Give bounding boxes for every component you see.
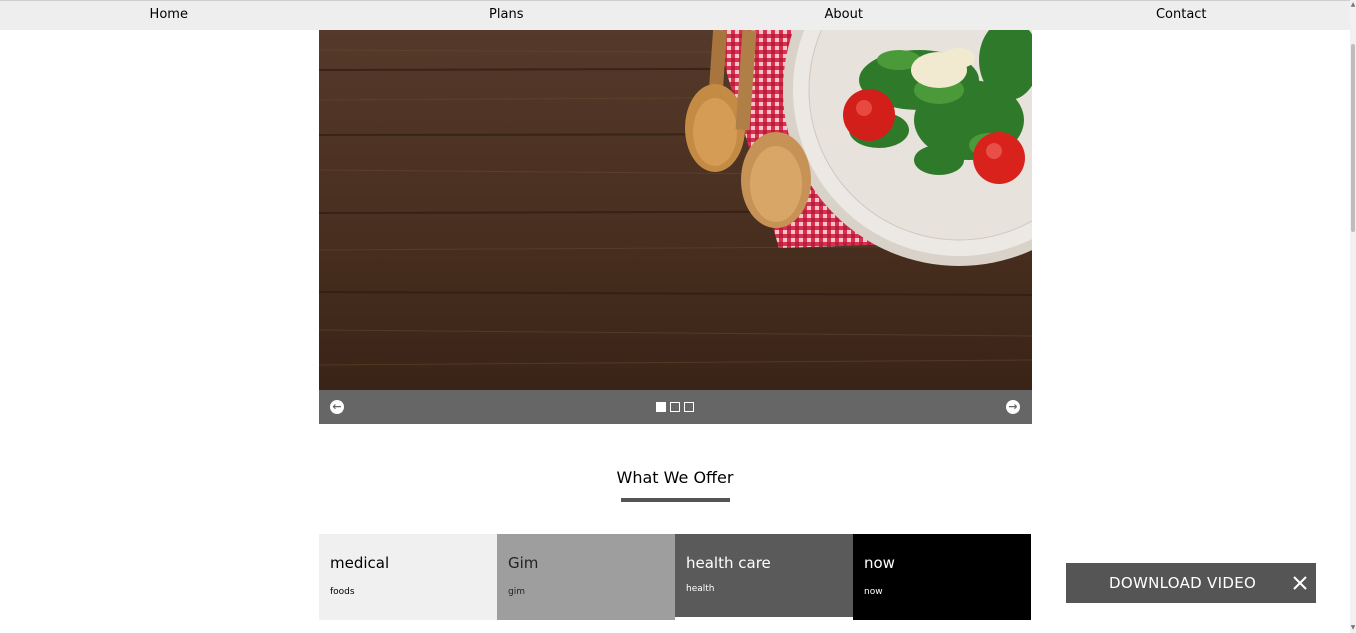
offer-card-health-care[interactable]: health care health [675,534,853,617]
section-title-underline [621,498,730,502]
nav-plans[interactable]: Plans [338,1,676,30]
close-icon[interactable] [1292,575,1308,591]
card-subtitle: foods [330,587,355,597]
card-title: Gim [508,554,539,572]
nav-contact[interactable]: Contact [1013,1,1351,30]
section-title: What We Offer [616,468,734,487]
scroll-up-icon[interactable]: ▲ [1350,2,1356,8]
card-subtitle: gim [508,587,525,597]
arrow-left-circle-icon[interactable]: ← [330,400,344,414]
nav-about[interactable]: About [675,1,1013,30]
card-subtitle: now [864,587,883,597]
slide-indicator-1[interactable] [656,402,666,412]
page-scrollbar[interactable]: ▲ ▼ [1350,0,1356,633]
arrow-right-circle-icon[interactable]: → [1006,400,1020,414]
download-video-button[interactable]: DOWNLOAD VIDEO [1109,563,1256,603]
slide-image [319,30,1032,390]
slider-controls-bar: ← → [319,390,1032,424]
slide-indicator-2[interactable] [670,402,680,412]
top-navigation: Home Plans About Contact [0,0,1350,30]
card-title: health care [686,554,771,572]
scrollbar-thumb[interactable] [1351,44,1355,232]
offer-card-now[interactable]: now now [853,534,1031,620]
download-video-banner: DOWNLOAD VIDEO [1066,563,1316,603]
card-subtitle: health [686,584,715,594]
slide-indicators [656,402,694,412]
slide-indicator-3[interactable] [684,402,694,412]
card-title: now [864,554,895,572]
image-slider: ← → [319,30,1032,424]
card-title: medical [330,554,390,572]
offer-card-gim[interactable]: Gim gim [497,534,675,620]
nav-home[interactable]: Home [0,1,338,30]
salad-photo [319,30,1032,390]
scroll-down-icon[interactable]: ▼ [1350,625,1356,631]
offer-card-medical[interactable]: medical foods [319,534,497,620]
